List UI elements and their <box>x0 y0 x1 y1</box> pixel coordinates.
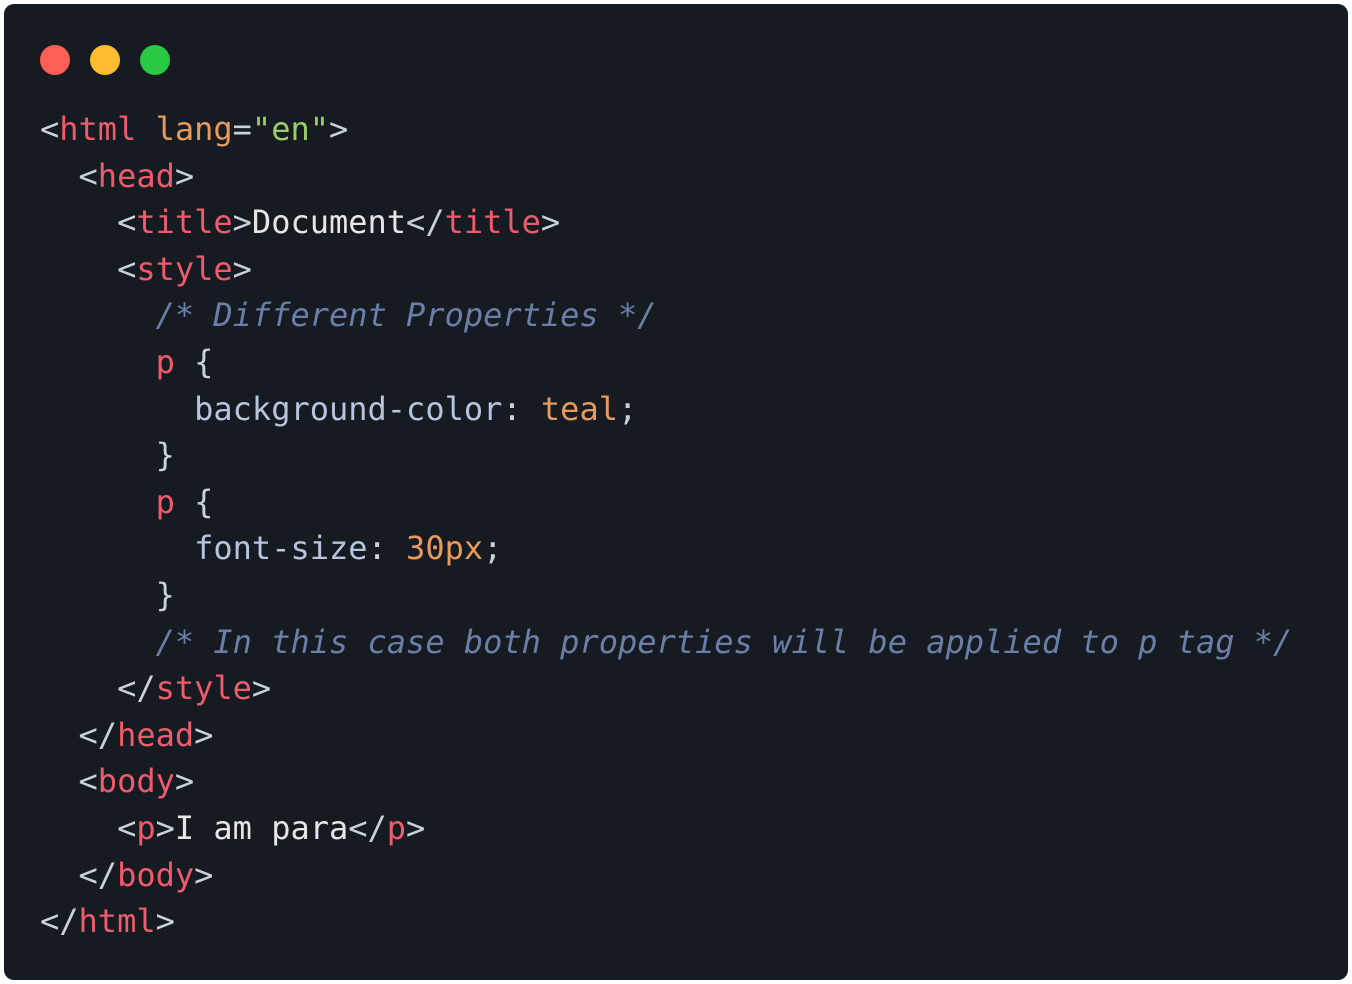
code-token-text: I am para <box>174 808 349 847</box>
code-line: <style> <box>40 246 1292 293</box>
code-token-punct: : <box>502 389 541 428</box>
code-token-tag: html <box>59 110 137 148</box>
code-token-select: p <box>155 342 175 381</box>
code-token-punct: </ <box>348 808 387 847</box>
code-token-punct: : <box>367 529 407 568</box>
code-token-punct: < <box>117 249 137 288</box>
code-token-punct: > <box>194 855 214 894</box>
code-token-tag: head <box>117 715 195 754</box>
traffic-lights <box>40 45 170 75</box>
code-token-tag: body <box>97 762 175 801</box>
code-token-text: Document <box>251 203 407 242</box>
code-line: } <box>40 432 1292 479</box>
code-token-punct: > <box>232 203 252 242</box>
code-token-punct: </ <box>406 203 445 242</box>
code-token-punct: </ <box>40 902 79 941</box>
code-token-punct: > <box>540 203 561 242</box>
code-token-punct: < <box>78 156 98 195</box>
code-token-attr: lang <box>155 110 233 148</box>
code-line: /* Different Properties */ <box>40 292 1292 339</box>
code-token-punct: { <box>174 342 214 381</box>
code-token-tag: body <box>117 855 195 894</box>
code-token-prop: font-size <box>194 529 368 568</box>
code-token-comment: /* Different Properties */ <box>155 296 657 335</box>
code-token-punct: > <box>174 156 195 195</box>
code-token-punct: > <box>155 808 175 847</box>
code-token-string: "en" <box>251 110 329 148</box>
close-button[interactable] <box>40 45 70 75</box>
code-line: <head> <box>40 153 1292 200</box>
code-token-tag: title <box>136 203 233 242</box>
code-line: } <box>40 572 1292 619</box>
code-token-punct: ; <box>617 389 638 428</box>
code-token-tag: style <box>136 249 233 288</box>
code-token-punct: < <box>40 110 60 148</box>
code-token-punct: { <box>174 482 214 521</box>
code-block: <html lang="en"> <head> <title>Document<… <box>40 106 1292 945</box>
code-line: </body> <box>40 852 1292 899</box>
code-line: <html lang="en"> <box>40 106 1292 153</box>
code-token-punct: } <box>155 436 175 475</box>
code-token-tag: title <box>444 203 541 242</box>
code-token-punct: > <box>155 902 175 941</box>
code-token-punct: ; <box>483 529 503 568</box>
code-token-tag: style <box>155 669 252 708</box>
code-window: <html lang="en"> <head> <title>Document<… <box>4 4 1348 980</box>
code-token-punct: } <box>155 575 175 614</box>
code-line: </style> <box>40 665 1292 712</box>
code-line: p { <box>40 479 1292 526</box>
code-token-tag: p <box>386 808 407 847</box>
code-token-tag: head <box>97 156 175 195</box>
code-token-punct: = <box>232 110 252 148</box>
code-token-punct: </ <box>117 669 156 708</box>
code-token-punct: </ <box>78 855 118 894</box>
code-token-punct: > <box>174 762 195 801</box>
code-line: </html> <box>40 898 1292 945</box>
code-line: /* In this case both properties will be … <box>40 619 1293 666</box>
code-line: </head> <box>40 712 1292 759</box>
code-token-prop: background-color <box>194 389 503 428</box>
code-token-select: p <box>155 482 175 521</box>
code-token-punct: > <box>194 715 214 754</box>
code-line: <title>Document</title> <box>40 199 1292 246</box>
code-token-value: teal <box>540 389 618 428</box>
code-token-punct: </ <box>78 715 118 754</box>
code-token-punct: < <box>117 808 137 847</box>
code-token-tag: html <box>78 902 156 941</box>
code-token-punct: > <box>328 110 349 148</box>
code-token-punct: > <box>251 669 272 708</box>
code-token-punct: > <box>232 249 252 288</box>
code-token-comment: /* In this case both properties will be … <box>155 622 1293 661</box>
code-line: <body> <box>40 758 1292 805</box>
code-token-punct: < <box>117 203 137 242</box>
code-token-punct: < <box>78 762 98 801</box>
code-line: p { <box>40 339 1292 386</box>
minimize-button[interactable] <box>90 45 120 75</box>
code-line: <p>I am para</p> <box>40 805 1292 852</box>
code-line: font-size: 30px; <box>40 525 1292 572</box>
code-token-value: 30px <box>406 529 484 568</box>
code-token-tag: p <box>136 808 156 847</box>
code-token-punct: > <box>406 808 426 847</box>
code-line: background-color: teal; <box>40 386 1292 433</box>
maximize-button[interactable] <box>140 45 170 75</box>
